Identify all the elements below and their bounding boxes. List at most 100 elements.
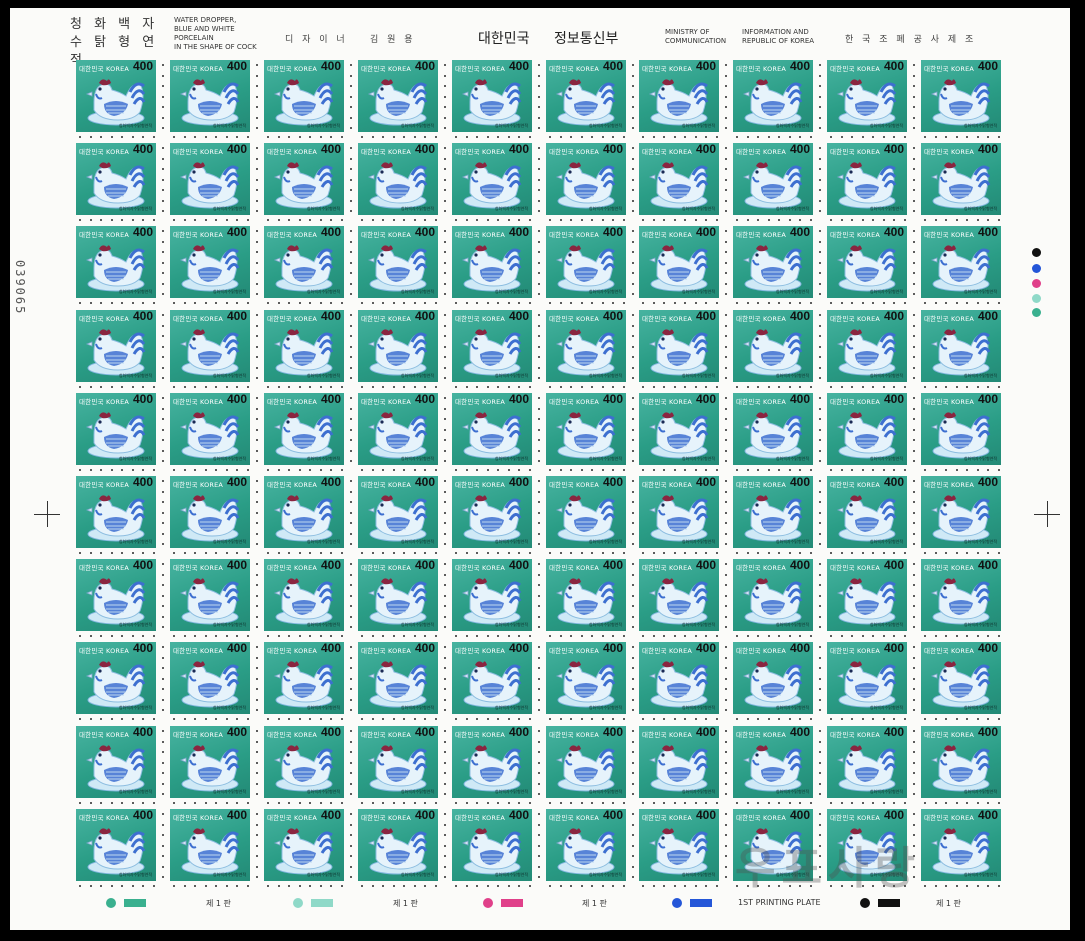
perforation [538, 168, 540, 170]
perforation [632, 106, 634, 108]
perforation [632, 563, 634, 565]
perforation [652, 219, 655, 221]
perforation [298, 136, 301, 138]
perforation [799, 635, 801, 637]
perforation [350, 199, 352, 202]
cock-water-dropper-icon [461, 578, 522, 625]
perforation [725, 844, 727, 847]
perforation [997, 802, 1000, 804]
stamp-caption: 청화백자수탉형연적 [681, 705, 715, 710]
perforation [350, 844, 352, 847]
perforation [89, 718, 92, 720]
perforation [913, 501, 915, 503]
perforation [392, 469, 395, 471]
perforation [882, 136, 885, 138]
perforation [799, 136, 801, 138]
perforation [663, 802, 665, 804]
stamp-caption: 청화백자수탉형연적 [681, 206, 715, 211]
perforation [632, 511, 634, 514]
stamp-caption: 청화백자수탉형연적 [775, 705, 809, 710]
perforation [246, 136, 249, 138]
stamp-caption: 청화백자수탉형연적 [963, 456, 997, 461]
perforation [392, 302, 395, 304]
cock-water-dropper-icon [930, 828, 991, 875]
perforation [913, 543, 915, 545]
perforation [444, 189, 446, 191]
perforation [350, 522, 352, 524]
perforation [256, 324, 258, 327]
perforation [371, 469, 374, 471]
perforation [591, 718, 593, 720]
stamp-caption: 청화백자수탉형연적 [869, 789, 903, 794]
perforation [809, 718, 812, 720]
stamp-caption: 청화백자수탉형연적 [212, 123, 246, 128]
perforation [757, 635, 759, 637]
perforation [486, 136, 489, 138]
perforation [392, 635, 395, 637]
perforation [162, 865, 164, 868]
perforation [298, 302, 301, 304]
perforation [725, 324, 727, 327]
perforation [267, 386, 269, 388]
stamp-caption: 청화백자수탉형연적 [869, 705, 903, 710]
perforation [277, 469, 280, 471]
perforation [89, 802, 92, 804]
stamp: 대한민국 KOREA 400 청화백자수탉형연적 [639, 726, 719, 798]
perforation [559, 219, 562, 221]
perforation [632, 439, 634, 441]
perforation [256, 543, 258, 545]
perforation [246, 219, 249, 221]
perforation [403, 219, 405, 221]
perforation [799, 802, 801, 804]
perforation [350, 573, 352, 576]
perforation [913, 813, 915, 815]
perforation [673, 885, 676, 887]
perforation [465, 469, 468, 471]
perforation [361, 136, 363, 138]
perforation [840, 219, 843, 221]
perforation [538, 366, 540, 369]
stamp-caption: 청화백자수탉형연적 [212, 456, 246, 461]
stamp-caption: 청화백자수탉형연적 [963, 539, 997, 544]
perforation [987, 302, 989, 304]
perforation [538, 210, 540, 212]
perforation [632, 157, 634, 160]
perforation [528, 885, 531, 887]
perforation [528, 552, 531, 554]
perforation [162, 532, 164, 535]
perforation [152, 219, 155, 221]
stamp-caption: 청화백자수탉형연적 [869, 289, 903, 294]
perforation [256, 490, 258, 493]
perforation [350, 377, 352, 379]
stamp-caption: 청화백자수탉형연적 [494, 123, 528, 128]
perforation [725, 876, 727, 878]
perforation [225, 386, 228, 388]
perforation [309, 302, 311, 304]
perforation [288, 219, 290, 221]
perforation [444, 230, 446, 232]
perforation [350, 282, 352, 285]
perforation [288, 802, 290, 804]
perforation [913, 230, 915, 232]
perforation [79, 718, 81, 720]
perforation [913, 615, 915, 618]
perforation [162, 584, 164, 586]
stamp: 대한민국 KOREA 400 청화백자수탉형연적 [639, 393, 719, 465]
perforation [632, 314, 634, 316]
perforation [725, 272, 727, 274]
perforation [236, 386, 238, 388]
perforation [309, 718, 311, 720]
perforation [725, 157, 727, 160]
perforation [424, 885, 426, 887]
perforation [330, 802, 332, 804]
perforation [840, 302, 843, 304]
perforation [694, 635, 697, 637]
perforation [89, 219, 92, 221]
stamp: 대한민국 KOREA 400 청화백자수탉형연적 [546, 226, 626, 298]
perforation [882, 718, 885, 720]
perforation [162, 615, 164, 618]
perforation [663, 302, 665, 304]
perforation [476, 386, 478, 388]
perforation [819, 366, 821, 369]
perforation [256, 740, 258, 743]
